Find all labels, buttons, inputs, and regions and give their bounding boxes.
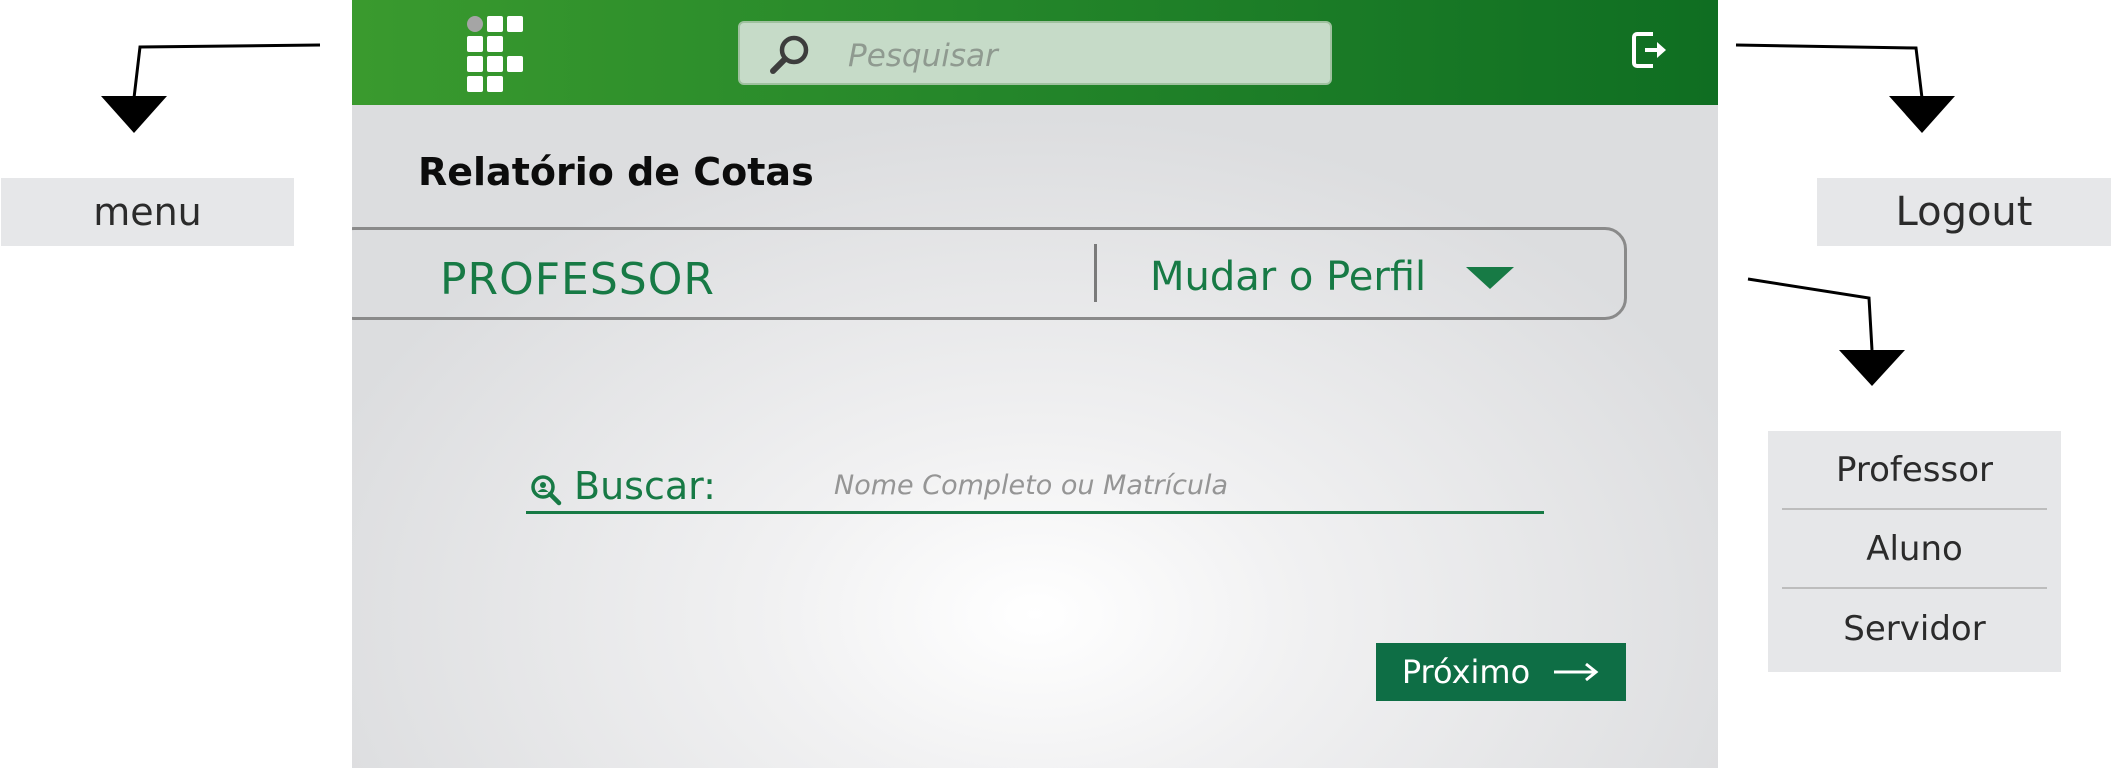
search-bar[interactable]: Pesquisar bbox=[738, 21, 1332, 85]
search-placeholder: Pesquisar bbox=[848, 38, 998, 74]
next-button-label: Próximo bbox=[1401, 653, 1531, 691]
next-button[interactable]: Próximo bbox=[1376, 643, 1626, 701]
caret-down-icon[interactable] bbox=[1466, 267, 1514, 289]
profile-option-professor[interactable]: Professor bbox=[1782, 431, 2047, 510]
search-underline bbox=[526, 511, 1544, 514]
menu-arrow-head bbox=[101, 96, 167, 133]
current-profile: PROFESSOR bbox=[440, 254, 715, 305]
top-bar: Pesquisar bbox=[352, 0, 1718, 105]
search-icon bbox=[770, 35, 809, 74]
profile-option-servidor[interactable]: Servidor bbox=[1782, 589, 2047, 668]
logout-arrow-line bbox=[1735, 43, 1924, 99]
profile-arrow-head bbox=[1839, 350, 1905, 386]
app-screen: Pesquisar Relatório de Cotas PROFESSOR M… bbox=[352, 0, 1718, 768]
logout-arrow-head bbox=[1889, 96, 1955, 133]
menu-annotation: menu bbox=[1, 178, 294, 246]
search-field-row: Buscar: bbox=[526, 462, 1544, 514]
profile-selector: PROFESSOR Mudar o Perfil bbox=[352, 227, 1627, 320]
search-user-icon bbox=[531, 475, 562, 506]
arrow-right-icon bbox=[1554, 662, 1599, 682]
page-title: Relatório de Cotas bbox=[418, 150, 814, 194]
menu-arrow-line bbox=[132, 43, 321, 99]
logout-icon[interactable] bbox=[1629, 28, 1673, 72]
change-profile-button[interactable]: Mudar o Perfil bbox=[1150, 254, 1426, 300]
name-or-id-input[interactable] bbox=[834, 470, 1514, 501]
logout-annotation: Logout bbox=[1817, 178, 2111, 246]
profile-divider bbox=[1094, 244, 1097, 302]
institution-logo[interactable] bbox=[467, 16, 525, 94]
profile-options-dropdown: Professor Aluno Servidor bbox=[1768, 431, 2061, 672]
search-label: Buscar: bbox=[574, 464, 716, 508]
profile-option-aluno[interactable]: Aluno bbox=[1782, 510, 2047, 589]
profile-arrow-line bbox=[1747, 277, 1874, 351]
